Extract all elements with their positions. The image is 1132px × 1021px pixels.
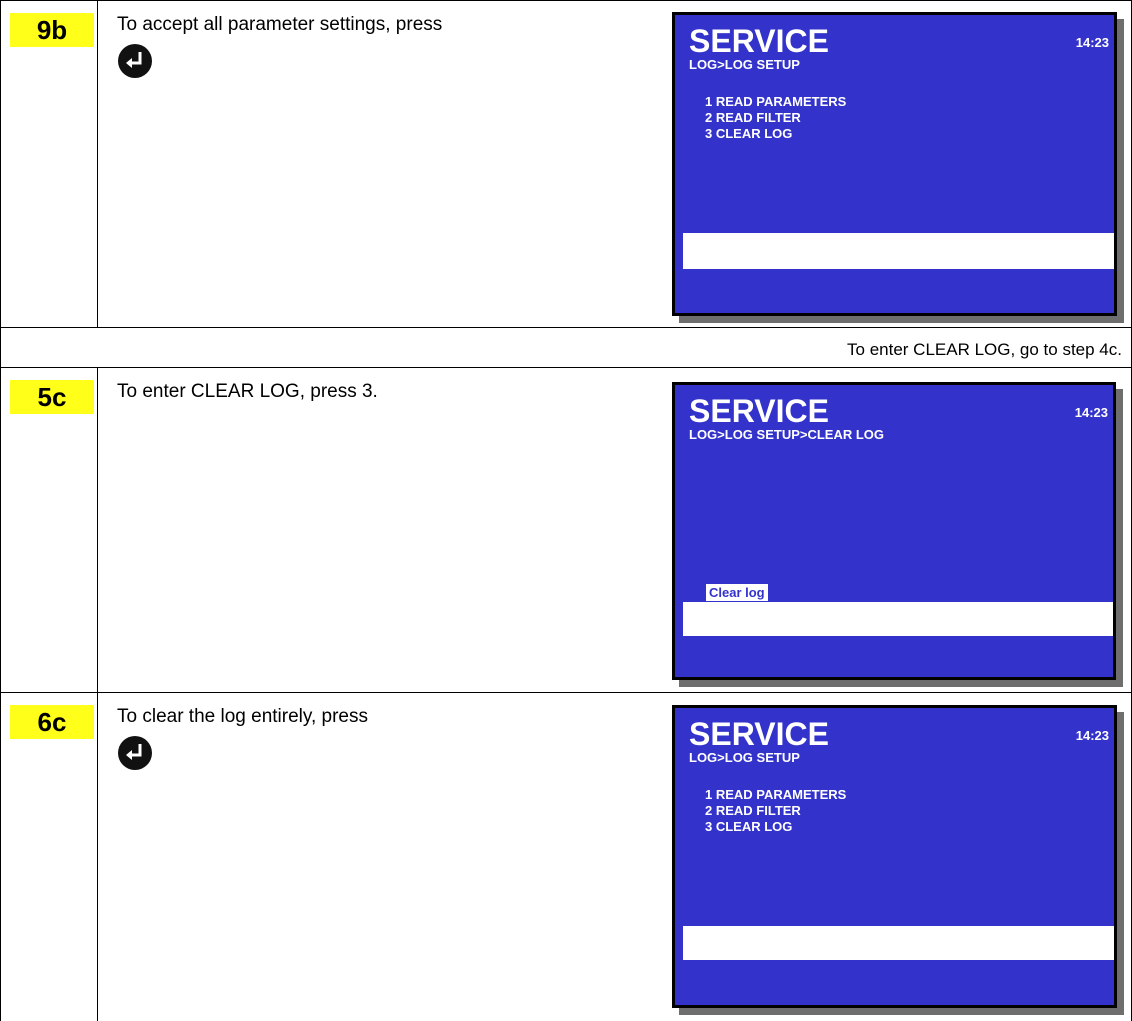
- screen-title: SERVICE: [689, 716, 829, 752]
- table-border-left: [0, 0, 1, 1021]
- step-note: To enter CLEAR LOG, go to step 4c.: [847, 340, 1122, 359]
- screen-breadcrumb: LOG>LOG SETUP>CLEAR LOG: [689, 427, 885, 442]
- screen-clock: 14:23: [1075, 35, 1109, 50]
- screen-input-bar: [683, 602, 1113, 636]
- column-divider: [97, 0, 98, 327]
- screen-title: SERVICE: [689, 393, 829, 429]
- menu-item-read-filter: 2 READ FILTER: [705, 110, 801, 125]
- step-badge: 9b: [10, 13, 94, 47]
- menu-item-read-parameters: 1 READ PARAMETERS: [705, 94, 847, 109]
- menu-item-clear-log: 3 CLEAR LOG: [705, 126, 793, 141]
- screen-menu: 1 READ PARAMETERS 2 READ FILTER 3 CLEAR …: [705, 787, 846, 835]
- screen-menu: 1 READ PARAMETERS 2 READ FILTER 3 CLEAR …: [705, 94, 846, 142]
- step-instruction: To accept all parameter settings, press: [117, 14, 443, 35]
- enter-key-icon: [118, 44, 152, 78]
- step-instruction: To clear the log entirely, press: [117, 706, 368, 727]
- row-divider: [0, 692, 1132, 693]
- service-screen: SERVICE 14:23 LOG>LOG SETUP>CLEAR LOG Cl…: [672, 382, 1116, 680]
- row-divider: [0, 367, 1132, 368]
- screen-input-bar: [683, 926, 1114, 960]
- table-border-top: [0, 0, 1132, 1]
- menu-item-read-parameters: 1 READ PARAMETERS: [705, 787, 847, 802]
- selected-option: Clear log: [706, 584, 768, 601]
- screen-input-bar: [683, 233, 1114, 269]
- column-divider: [97, 367, 98, 1021]
- screen-clock: 14:23: [1075, 728, 1109, 743]
- row-divider: [0, 327, 1132, 328]
- service-screen: SERVICE 14:23 LOG>LOG SETUP 1 READ PARAM…: [672, 705, 1117, 1008]
- step-badge: 5c: [10, 380, 94, 414]
- screen-title: SERVICE: [689, 23, 829, 59]
- service-screen: SERVICE 14:23 LOG>LOG SETUP 1 READ PARAM…: [672, 12, 1117, 316]
- enter-key-icon: [118, 736, 152, 770]
- step-badge: 6c: [10, 705, 94, 739]
- screen-clock: 14:23: [1074, 405, 1108, 420]
- step-instruction: To enter CLEAR LOG, press 3.: [117, 381, 378, 402]
- menu-item-read-filter: 2 READ FILTER: [705, 803, 801, 818]
- screen-breadcrumb: LOG>LOG SETUP: [689, 57, 800, 72]
- menu-item-clear-log: 3 CLEAR LOG: [705, 819, 793, 834]
- screen-breadcrumb: LOG>LOG SETUP: [689, 750, 800, 765]
